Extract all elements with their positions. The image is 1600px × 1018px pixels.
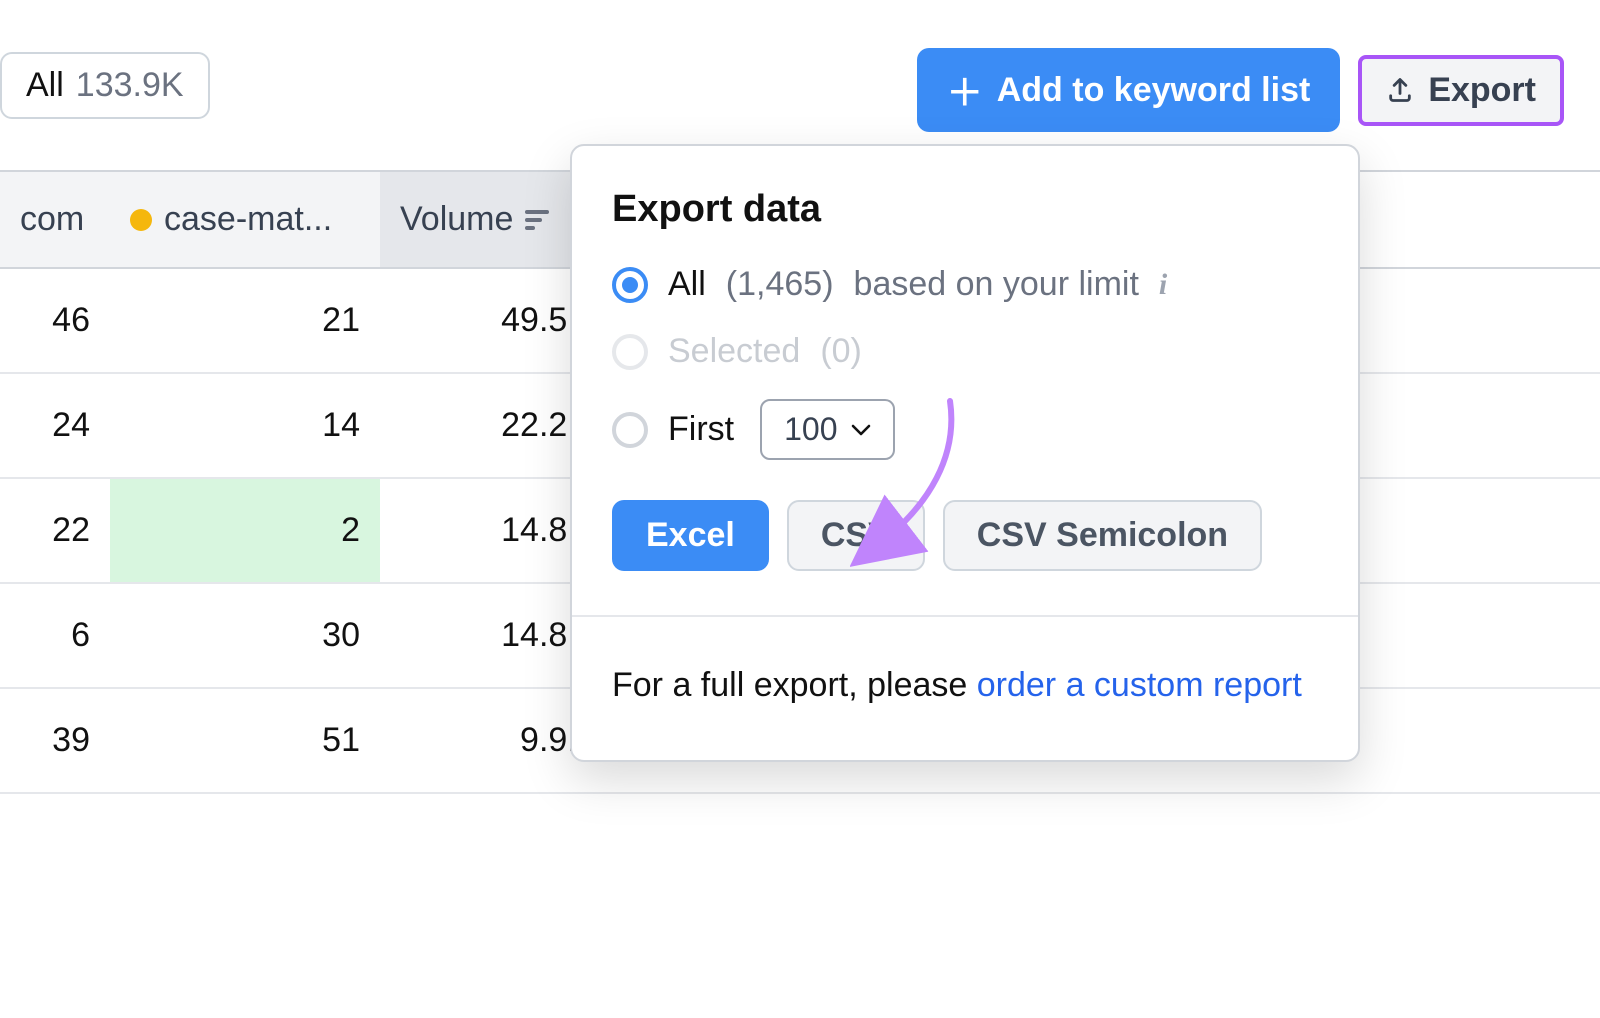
cell-com: 22 bbox=[0, 479, 110, 582]
info-icon[interactable]: i bbox=[1159, 268, 1167, 302]
table-header-case-label: case-mat... bbox=[164, 200, 332, 239]
export-option-all[interactable]: All (1,465) based on your limit i bbox=[612, 265, 1318, 304]
sort-desc-icon bbox=[525, 210, 549, 230]
export-option-all-suffix: based on your limit bbox=[854, 265, 1139, 304]
all-filter-pill[interactable]: All 133.9K bbox=[0, 52, 210, 119]
export-option-all-label: All bbox=[668, 265, 706, 304]
cell-case: 51 bbox=[110, 689, 380, 792]
cell-com: 24 bbox=[0, 374, 110, 477]
export-csv-semicolon-label: CSV Semicolon bbox=[977, 516, 1228, 554]
export-csv-label: CSV bbox=[821, 516, 891, 554]
order-custom-report-link[interactable]: order a custom report bbox=[977, 666, 1302, 704]
export-option-selected: Selected (0) bbox=[612, 332, 1318, 371]
export-option-first[interactable]: First 100 bbox=[612, 399, 1318, 460]
cell-case: 30 bbox=[110, 584, 380, 687]
dot-icon bbox=[130, 209, 152, 231]
export-popover: Export data All (1,465) based on your li… bbox=[570, 144, 1360, 762]
all-filter-label: All bbox=[26, 66, 64, 105]
add-to-keyword-list-button[interactable]: ＋ Add to keyword list bbox=[917, 48, 1341, 132]
all-filter-count: 133.9K bbox=[76, 66, 184, 105]
radio-selected-icon bbox=[612, 267, 648, 303]
table-header-case-mate[interactable]: case-mat... bbox=[110, 172, 380, 267]
export-label: Export bbox=[1428, 71, 1536, 110]
cell-case: 14 bbox=[110, 374, 380, 477]
chevron-down-icon bbox=[851, 423, 871, 437]
cell-com: 39 bbox=[0, 689, 110, 792]
cell-com: 46 bbox=[0, 269, 110, 372]
cell-com: 6 bbox=[0, 584, 110, 687]
toolbar: All 133.9K ＋ Add to keyword list Export bbox=[0, 0, 1600, 76]
export-icon bbox=[1386, 76, 1414, 104]
export-option-selected-count: (0) bbox=[820, 332, 862, 371]
export-option-all-count: (1,465) bbox=[726, 265, 834, 304]
export-popover-title: Export data bbox=[612, 188, 1318, 231]
export-excel-label: Excel bbox=[646, 516, 735, 554]
cell-case: 21 bbox=[110, 269, 380, 372]
radio-unselected-icon bbox=[612, 334, 648, 370]
export-csv-button[interactable]: CSV bbox=[787, 500, 925, 571]
export-csv-semicolon-button[interactable]: CSV Semicolon bbox=[943, 500, 1262, 571]
export-option-selected-label: Selected bbox=[668, 332, 800, 371]
top-actions: ＋ Add to keyword list Export bbox=[917, 48, 1564, 132]
export-format-buttons: Excel CSV CSV Semicolon bbox=[612, 500, 1318, 571]
export-button[interactable]: Export bbox=[1358, 55, 1564, 126]
export-first-count-select[interactable]: 100 bbox=[760, 399, 895, 460]
cell-case: 2 bbox=[110, 479, 380, 582]
add-to-keyword-list-label: Add to keyword list bbox=[997, 71, 1311, 110]
export-first-count-value: 100 bbox=[784, 411, 837, 448]
export-excel-button[interactable]: Excel bbox=[612, 500, 769, 571]
radio-unselected-icon bbox=[612, 412, 648, 448]
export-popover-footer: For a full export, please order a custom… bbox=[572, 615, 1358, 760]
table-header-com-label: com bbox=[20, 200, 84, 239]
table-header-com[interactable]: com bbox=[0, 172, 110, 267]
export-option-first-label: First bbox=[668, 410, 734, 449]
export-footer-prefix: For a full export, please bbox=[612, 666, 977, 704]
plus-icon: ＋ bbox=[947, 64, 983, 116]
table-header-volume-label: Volume bbox=[400, 200, 513, 239]
